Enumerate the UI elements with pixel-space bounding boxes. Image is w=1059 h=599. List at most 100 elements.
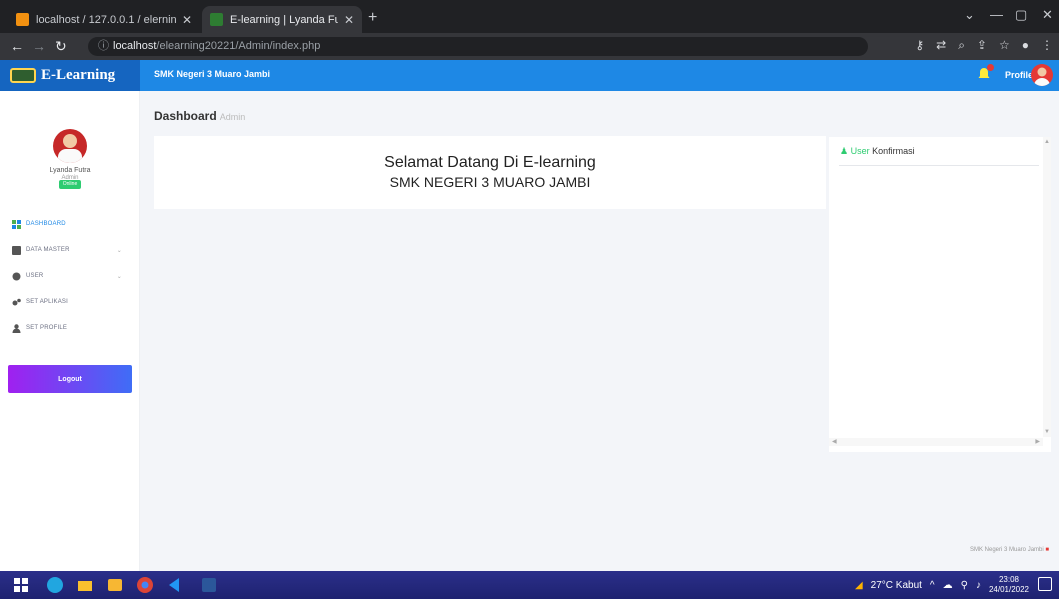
user-icon: ♟: [840, 146, 849, 156]
profile-link[interactable]: Profile: [1005, 70, 1033, 80]
url-path: /elearning20221/Admin/index.php: [156, 40, 321, 52]
sidebar-item-label: SET PROFILE: [26, 325, 68, 331]
maximize-icon[interactable]: ▢: [1015, 7, 1027, 23]
cogs-icon: [12, 298, 21, 305]
network-icon[interactable]: ⚲: [961, 580, 968, 591]
sidebar-item-data-master[interactable]: DATA MASTER ⌄: [0, 237, 140, 263]
chrome-icon[interactable]: [136, 576, 154, 594]
minimize-icon[interactable]: —: [990, 7, 1003, 22]
dashboard-icon: [12, 219, 21, 229]
tray-chevron-icon[interactable]: ^: [930, 580, 935, 591]
notification-center-icon[interactable]: [1038, 577, 1052, 591]
menu-kebab-icon[interactable]: ⋮: [1041, 38, 1053, 53]
profile-avatar[interactable]: [1031, 64, 1053, 86]
close-window-icon[interactable]: ✕: [1042, 7, 1053, 23]
scroll-left-icon[interactable]: ◀: [832, 438, 837, 445]
chevron-down-icon: ⌄: [116, 273, 122, 280]
scroll-up-icon[interactable]: ▲: [1044, 139, 1050, 145]
sidebar-item-label: USER: [26, 273, 44, 279]
status-badge: Online: [59, 180, 81, 189]
sidebar: Lyanda Futra Admin Online DASHBOARD DATA…: [0, 91, 140, 571]
edge-icon[interactable]: [46, 576, 64, 594]
clock-date: 24/01/2022: [988, 585, 1029, 594]
sidebar-menu: DASHBOARD DATA MASTER ⌄ USER ⌄ SET APLIK…: [0, 211, 140, 341]
page-title: Dashboard Admin: [154, 109, 245, 123]
school-name: SMK Negeri 3 Muaro Jambi: [154, 69, 271, 79]
heart-icon: ■: [1045, 547, 1049, 553]
tab-title: localhost / 127.0.0.1 / elerningd: [36, 13, 176, 26]
user-name: Lyanda Futra: [49, 167, 91, 174]
phpmyadmin-icon: [16, 13, 29, 26]
notification-bell-icon[interactable]: [976, 64, 994, 82]
new-tab-icon[interactable]: +: [368, 9, 377, 27]
tab-title: E-learning | Lyanda Futra: [230, 13, 338, 26]
scroll-down-icon[interactable]: ▼: [1044, 429, 1050, 435]
file-explorer-icon[interactable]: [76, 576, 94, 594]
windows-start-icon[interactable]: [12, 576, 30, 594]
share-icon[interactable]: ⇪: [977, 38, 987, 53]
divider: [839, 165, 1039, 166]
logout-button[interactable]: Logout: [8, 365, 132, 393]
sidebar-item-set-profile[interactable]: SET PROFILE: [0, 315, 140, 341]
close-tab-icon[interactable]: ✕: [182, 13, 192, 27]
sidebar-item-label: DATA MASTER: [26, 247, 70, 253]
welcome-heading: Selamat Datang Di E-learning: [384, 154, 596, 171]
vertical-scrollbar[interactable]: ▲ ▼: [1043, 137, 1051, 437]
confirmation-heading: ♟ User Konfirmasi: [829, 146, 915, 157]
toolbar-icons: ⚷ ⇄ ⌕ ⇪ ☆ ● ⋮: [915, 38, 1053, 53]
sidebar-item-label: SET APLIKASI: [26, 299, 68, 305]
confirmation-title: Konfirmasi: [872, 146, 915, 156]
vscode-icon[interactable]: [166, 576, 184, 594]
translate-icon[interactable]: ⇄: [936, 38, 946, 53]
brand-logo-link[interactable]: E-Learning: [0, 60, 140, 91]
zoom-icon[interactable]: ⌕: [958, 38, 965, 53]
app-header: E-Learning SMK Negeri 3 Muaro Jambi Prof…: [0, 60, 1059, 91]
scroll-right-icon[interactable]: ▶: [1035, 438, 1040, 445]
volume-icon[interactable]: ♪: [976, 580, 981, 591]
taskbar: ◢ 27°C Kabut ^ ☁ ⚲ ♪ 23:08 24/01/2022: [0, 571, 1059, 599]
site-info-icon[interactable]: ⓘ: [98, 40, 109, 52]
user-icon: [12, 272, 21, 280]
database-icon: [12, 245, 21, 255]
sidebar-item-label: DASHBOARD: [26, 221, 66, 227]
user-confirmation-panel: ♟ User Konfirmasi ▲ ▼ ◀ ▶: [829, 137, 1051, 452]
chevron-down-icon: ⌄: [116, 247, 122, 254]
welcome-school: SMK NEGERI 3 MUARO JAMBI: [389, 174, 591, 190]
profile-icon: [12, 323, 21, 333]
tab-search-icon[interactable]: ⌄: [964, 7, 975, 23]
mail-app-icon[interactable]: [106, 576, 124, 594]
word-icon[interactable]: [200, 576, 218, 594]
elearning-favicon-icon: [210, 13, 223, 26]
sidebar-item-user[interactable]: USER ⌄: [0, 263, 140, 289]
brand-logo-icon: [10, 68, 36, 83]
footer-text: SMK Negeri 3 Muaro Jambi: [970, 547, 1044, 553]
horizontal-scrollbar[interactable]: ◀ ▶: [829, 438, 1043, 446]
weather-icon: ◢: [854, 579, 863, 591]
bookmark-star-icon[interactable]: ☆: [999, 38, 1010, 53]
back-icon[interactable]: ←: [10, 38, 24, 54]
url-input[interactable]: ⓘ localhost/elearning20221/Admin/index.ph…: [88, 37, 868, 56]
reload-icon[interactable]: ↻: [55, 38, 67, 55]
url-host: localhost: [113, 40, 157, 52]
sidebar-item-dashboard[interactable]: DASHBOARD: [0, 211, 140, 237]
browser-tab-strip: localhost / 127.0.0.1 / elerningd ✕ E-le…: [0, 0, 1059, 33]
close-tab-icon[interactable]: ✕: [344, 13, 354, 27]
system-tray: ◢ 27°C Kabut ^ ☁ ⚲ ♪ 23:08 24/01/2022: [855, 571, 1029, 599]
footer: SMK Negeri 3 Muaro Jambi ■: [970, 547, 1049, 553]
account-icon[interactable]: ●: [1022, 38, 1029, 53]
key-icon[interactable]: ⚷: [915, 38, 924, 53]
cloud-icon[interactable]: ☁: [943, 580, 953, 591]
browser-tab-phpmyadmin[interactable]: localhost / 127.0.0.1 / elerningd ✕: [8, 6, 200, 33]
page-title-text: Dashboard: [154, 109, 217, 123]
brand-name: E-Learning: [41, 67, 116, 83]
page-subtitle: Admin: [219, 112, 246, 122]
main-content: Dashboard Admin Selamat Datang Di E-learn…: [140, 91, 1059, 571]
clock[interactable]: 23:08 24/01/2022: [989, 575, 1029, 595]
forward-icon[interactable]: →: [32, 38, 46, 54]
sidebar-item-set-aplikasi[interactable]: SET APLIKASI: [0, 289, 140, 315]
clock-time: 23:08: [998, 575, 1019, 584]
weather-text[interactable]: 27°C Kabut: [871, 580, 922, 591]
welcome-card: Selamat Datang Di E-learning SMK NEGERI …: [154, 136, 826, 209]
browser-tab-elearning[interactable]: E-learning | Lyanda Futra ✕: [202, 6, 362, 33]
confirmation-prefix: User: [850, 146, 870, 156]
